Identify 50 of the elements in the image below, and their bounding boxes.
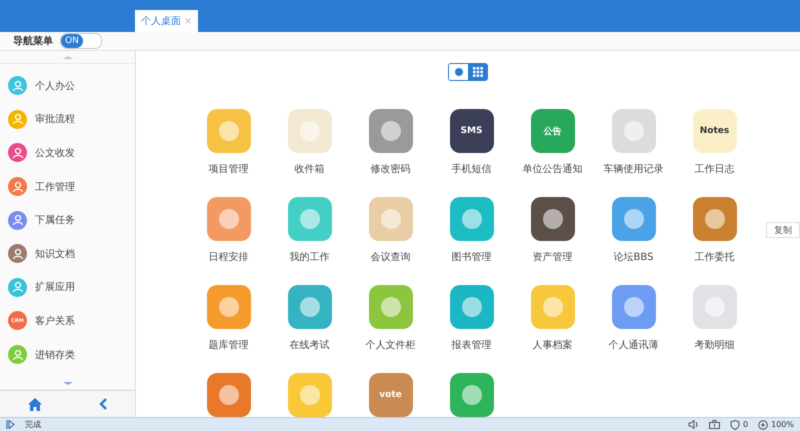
play-icon[interactable] xyxy=(6,420,15,429)
app-label[interactable]: 人事档案 xyxy=(532,338,572,352)
zoom-icon[interactable] xyxy=(758,420,768,430)
nav-menu-label: 导航菜单 xyxy=(13,34,53,48)
app-icon[interactable]: Notes xyxy=(692,109,736,153)
home-icon[interactable] xyxy=(28,398,42,410)
app-label[interactable]: 个人通讯薄 xyxy=(608,338,658,352)
briefcase-icon[interactable] xyxy=(709,420,720,429)
grid-icon xyxy=(472,67,482,77)
app-label[interactable]: 题库管理 xyxy=(208,338,248,352)
app-label[interactable]: 资产管理 xyxy=(532,250,572,264)
app-label[interactable]: 工作委托 xyxy=(694,250,734,264)
counter-text: 0 xyxy=(743,420,748,429)
shield-icon[interactable] xyxy=(730,420,740,430)
grid-view-button[interactable] xyxy=(468,64,487,80)
nav-toggle[interactable]: ON xyxy=(60,33,102,49)
app-label[interactable]: 论坛BBS xyxy=(614,250,654,264)
sidebar-item[interactable]: 审批流程 xyxy=(0,102,135,136)
copy-button[interactable]: 复制 xyxy=(766,222,800,238)
speaker-icon[interactable] xyxy=(688,420,700,429)
app-label[interactable]: 工作日志 xyxy=(694,162,734,176)
app-label[interactable]: 考勤明细 xyxy=(694,338,734,352)
sidebar-item[interactable]: 下属任务 xyxy=(0,203,135,237)
sidebar-item[interactable]: 进销存类 xyxy=(0,338,135,372)
sidebar-item[interactable]: 工作管理 xyxy=(0,170,135,204)
dot-icon xyxy=(454,68,462,76)
sidebar-item[interactable]: 扩展应用 xyxy=(0,270,135,304)
app-label[interactable]: 单位公告通知 xyxy=(522,162,582,176)
app-label[interactable]: 我的工作 xyxy=(290,250,330,264)
app-label[interactable]: 会议查询 xyxy=(370,250,410,264)
app-label[interactable]: 修改密码 xyxy=(370,162,410,176)
app-icon[interactable] xyxy=(530,197,574,241)
sidebar-item[interactable]: 公文收发 xyxy=(0,136,135,170)
desktop-tab[interactable]: 个人桌面 × xyxy=(135,10,198,32)
app-label[interactable]: 项目管理 xyxy=(208,162,248,176)
app-label[interactable]: 在线考试 xyxy=(290,338,330,352)
app-label[interactable]: 报表管理 xyxy=(452,338,492,352)
zoom-level[interactable]: 100% xyxy=(771,420,794,429)
sidebar-item[interactable]: 知识文档 xyxy=(0,236,135,271)
app-label[interactable]: 日程安排 xyxy=(208,250,248,264)
app-label[interactable]: 图书管理 xyxy=(452,250,492,264)
status-text: 完成 xyxy=(25,419,41,430)
app-icon[interactable]: SMS xyxy=(450,109,494,153)
app-label[interactable]: 个人文件柜 xyxy=(366,338,416,352)
app-label[interactable]: 手机短信 xyxy=(452,162,492,176)
down-caret-icon[interactable] xyxy=(62,380,74,386)
app-label[interactable]: 车辆使用记录 xyxy=(604,162,664,176)
up-caret-icon[interactable] xyxy=(62,54,74,60)
sidebar-item[interactable]: 个人办公 xyxy=(0,69,135,103)
app-label[interactable]: 收件箱 xyxy=(294,162,324,176)
